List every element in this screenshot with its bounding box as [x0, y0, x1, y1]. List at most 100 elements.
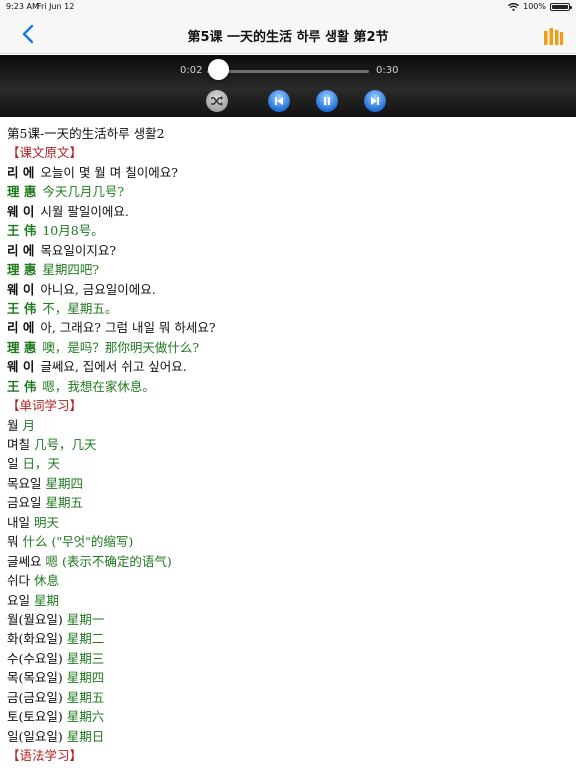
vocab-item: 월(월요일) 星期一: [7, 610, 567, 629]
vocab-korean: 목(목요일): [7, 670, 63, 686]
next-icon: [371, 97, 379, 105]
dialogue-text: 글쎄요, 집에서 쉬고 싶어요.: [40, 359, 187, 375]
vocab-item: 목요일 星期四: [7, 474, 567, 493]
dialogue-text: 星期四吧?: [42, 262, 100, 278]
vocab-item: 금(금요일) 星期五: [7, 688, 567, 707]
battery-percent: 100%: [523, 2, 546, 11]
vocab-chinese: 嗯 (表示不确定的语气): [45, 553, 172, 569]
dialogue-line: 웨 이 글쎄요, 집에서 쉬고 싶어요.: [7, 357, 567, 376]
dialogue-speaker: 王 伟: [7, 300, 37, 316]
grammar-section-header: 【语法学习】: [7, 748, 83, 763]
vocab-item: 일 日，天: [7, 454, 567, 473]
shuffle-icon: [211, 96, 223, 106]
dialogue-line: 理 惠噢，是吗？那你明天做什么?: [7, 338, 567, 357]
previous-button[interactable]: [268, 90, 290, 112]
status-bar: 9:23 AM Fri Jun 12 100%: [0, 0, 576, 14]
dialogue-line: 리 에 아, 그래요? 그럼 내일 뭐 하세요?: [7, 318, 567, 337]
vocab-item: 며칠 几号，几天: [7, 435, 567, 454]
dialogue-speaker: 웨 이: [7, 359, 35, 375]
vocab-chinese: 星期日: [66, 728, 105, 744]
vocab-korean: 일: [7, 456, 19, 472]
dialogue-text: 噢，是吗？那你明天做什么?: [42, 339, 200, 355]
nav-bar: 第5课 一天的生活 하루 생활 第2节: [0, 14, 576, 54]
dialogue-line: 理 惠今天几月几号?: [7, 182, 567, 201]
vocab-chinese: 明天: [34, 514, 60, 530]
vocab-item: 화(화요일) 星期二: [7, 629, 567, 648]
vocab-item: 글쎄요 嗯 (表示不确定的语气): [7, 552, 567, 571]
dialogue-text: 목요일이지요?: [40, 242, 117, 258]
pause-icon: [324, 97, 330, 105]
vocab-chinese: 星期六: [66, 709, 105, 725]
vocab-chinese: 星期五: [66, 689, 105, 705]
status-date: Fri Jun 12: [37, 2, 75, 11]
dialogue-line: 리 에 목요일이지요?: [7, 241, 567, 260]
dialogue-speaker: 王 伟: [7, 223, 37, 239]
dialogue-speaker: 王 伟: [7, 378, 37, 394]
previous-icon: [275, 97, 283, 105]
vocab-korean: 월(월요일): [7, 611, 63, 627]
vocab-chinese: 休息: [34, 573, 60, 589]
vocab-korean: 며칠: [7, 437, 31, 452]
vocab-item: 수(수요일) 星期三: [7, 649, 567, 668]
dialogue-text: 嗯，我想在家休息。: [42, 378, 155, 394]
vocab-korean: 내일: [7, 514, 31, 530]
status-right: 100%: [508, 2, 572, 11]
shuffle-button[interactable]: [206, 90, 228, 112]
dialogue-text: 아니요, 금요일이에요.: [40, 281, 156, 297]
lesson-title: 第5课-一天的生活하루 생활2: [7, 126, 165, 141]
vocab-korean: 화(화요일): [7, 631, 63, 647]
dialogue-speaker: 理 惠: [7, 262, 37, 278]
vocab-korean: 금요일: [7, 495, 42, 511]
audio-player: 0:02 0:30: [0, 55, 576, 117]
dialogue-speaker: 理 惠: [7, 339, 37, 355]
dialogue-line: 王 伟嗯，我想在家休息。: [7, 377, 567, 396]
dialogue-text: 시월 팔일이에요.: [40, 203, 129, 219]
dialogue-line: 웨 이 시월 팔일이에요.: [7, 202, 567, 221]
dialogue-list: 리 에 오늘이 몇 월 며 칠이에요? 理 惠今天几月几号? 웨 이 시월 팔일이에요.…: [7, 163, 567, 396]
vocab-chinese: 月: [22, 417, 36, 433]
dialogue-text: 아, 그래요? 그럼 내일 뭐 하세요?: [40, 320, 216, 336]
vocab-chinese: 星期四: [45, 475, 84, 491]
dialogue-text: 不，星期五。: [42, 300, 118, 316]
vocab-item: 일(일요일) 星期日: [7, 727, 567, 746]
status-time: 9:23 AM: [6, 2, 39, 11]
pause-button[interactable]: [316, 90, 338, 112]
vocab-section-header: 【单词学习】: [7, 398, 83, 414]
playlist-button[interactable]: [542, 26, 564, 46]
vocab-chinese: 几号，几天: [34, 437, 97, 452]
progress-knob[interactable]: [207, 59, 229, 80]
vocab-item: 목(목요일) 星期四: [7, 668, 567, 687]
vocab-chinese: 星期四: [66, 670, 105, 686]
dialogue-text: 오늘이 몇 월 며 칠이에요?: [40, 164, 178, 180]
vocab-item: 금요일 星期五: [7, 493, 567, 512]
dialogue-speaker: 리 에: [7, 242, 35, 258]
dialogue-line: 리 에 오늘이 몇 월 며 칠이에요?: [7, 163, 567, 182]
vocab-chinese: 星期三: [66, 650, 105, 666]
vocab-chinese: 星期二: [66, 631, 105, 647]
vocab-korean: 일(일요일): [7, 728, 63, 744]
vocab-chinese: 星期: [34, 592, 60, 608]
dialogue-line: 王 伟 10月8号。: [7, 221, 567, 240]
text-section-header: 【课文原文】: [7, 145, 83, 161]
vocab-item: 쉬다 休息: [7, 571, 567, 590]
vocab-korean: 수(수요일): [7, 650, 63, 666]
vocab-item: 내일 明天: [7, 513, 567, 532]
vocab-item: 토(토요일) 星期六: [7, 707, 567, 726]
vocab-chinese: 星期一: [66, 611, 105, 627]
vocab-chinese: 日，天: [22, 456, 61, 472]
dialogue-speaker: 理 惠: [7, 184, 37, 200]
dialogue-line: 웨 이 아니요, 금요일이에요.: [7, 280, 567, 299]
vocab-chinese: 星期五: [45, 495, 84, 511]
dialogue-speaker: 리 에: [7, 164, 35, 180]
next-button[interactable]: [364, 90, 386, 112]
vocab-korean: 뭐: [7, 534, 19, 550]
lesson-content: 第5课-一天的生活하루 생활2 【课文原文】 리 에 오늘이 몇 월 며 칠이에요…: [7, 124, 567, 765]
vocab-korean: 글쎄요: [7, 553, 42, 569]
dialogue-speaker: 웨 이: [7, 203, 35, 219]
vocab-korean: 금(금요일): [7, 689, 63, 705]
progress-slider[interactable]: [207, 70, 369, 73]
dialogue-text: 今天几月几号?: [42, 184, 125, 200]
vocab-korean: 월: [7, 417, 19, 433]
dialogue-line: 王 伟不，星期五。: [7, 299, 567, 318]
current-time: 0:02: [180, 65, 203, 76]
